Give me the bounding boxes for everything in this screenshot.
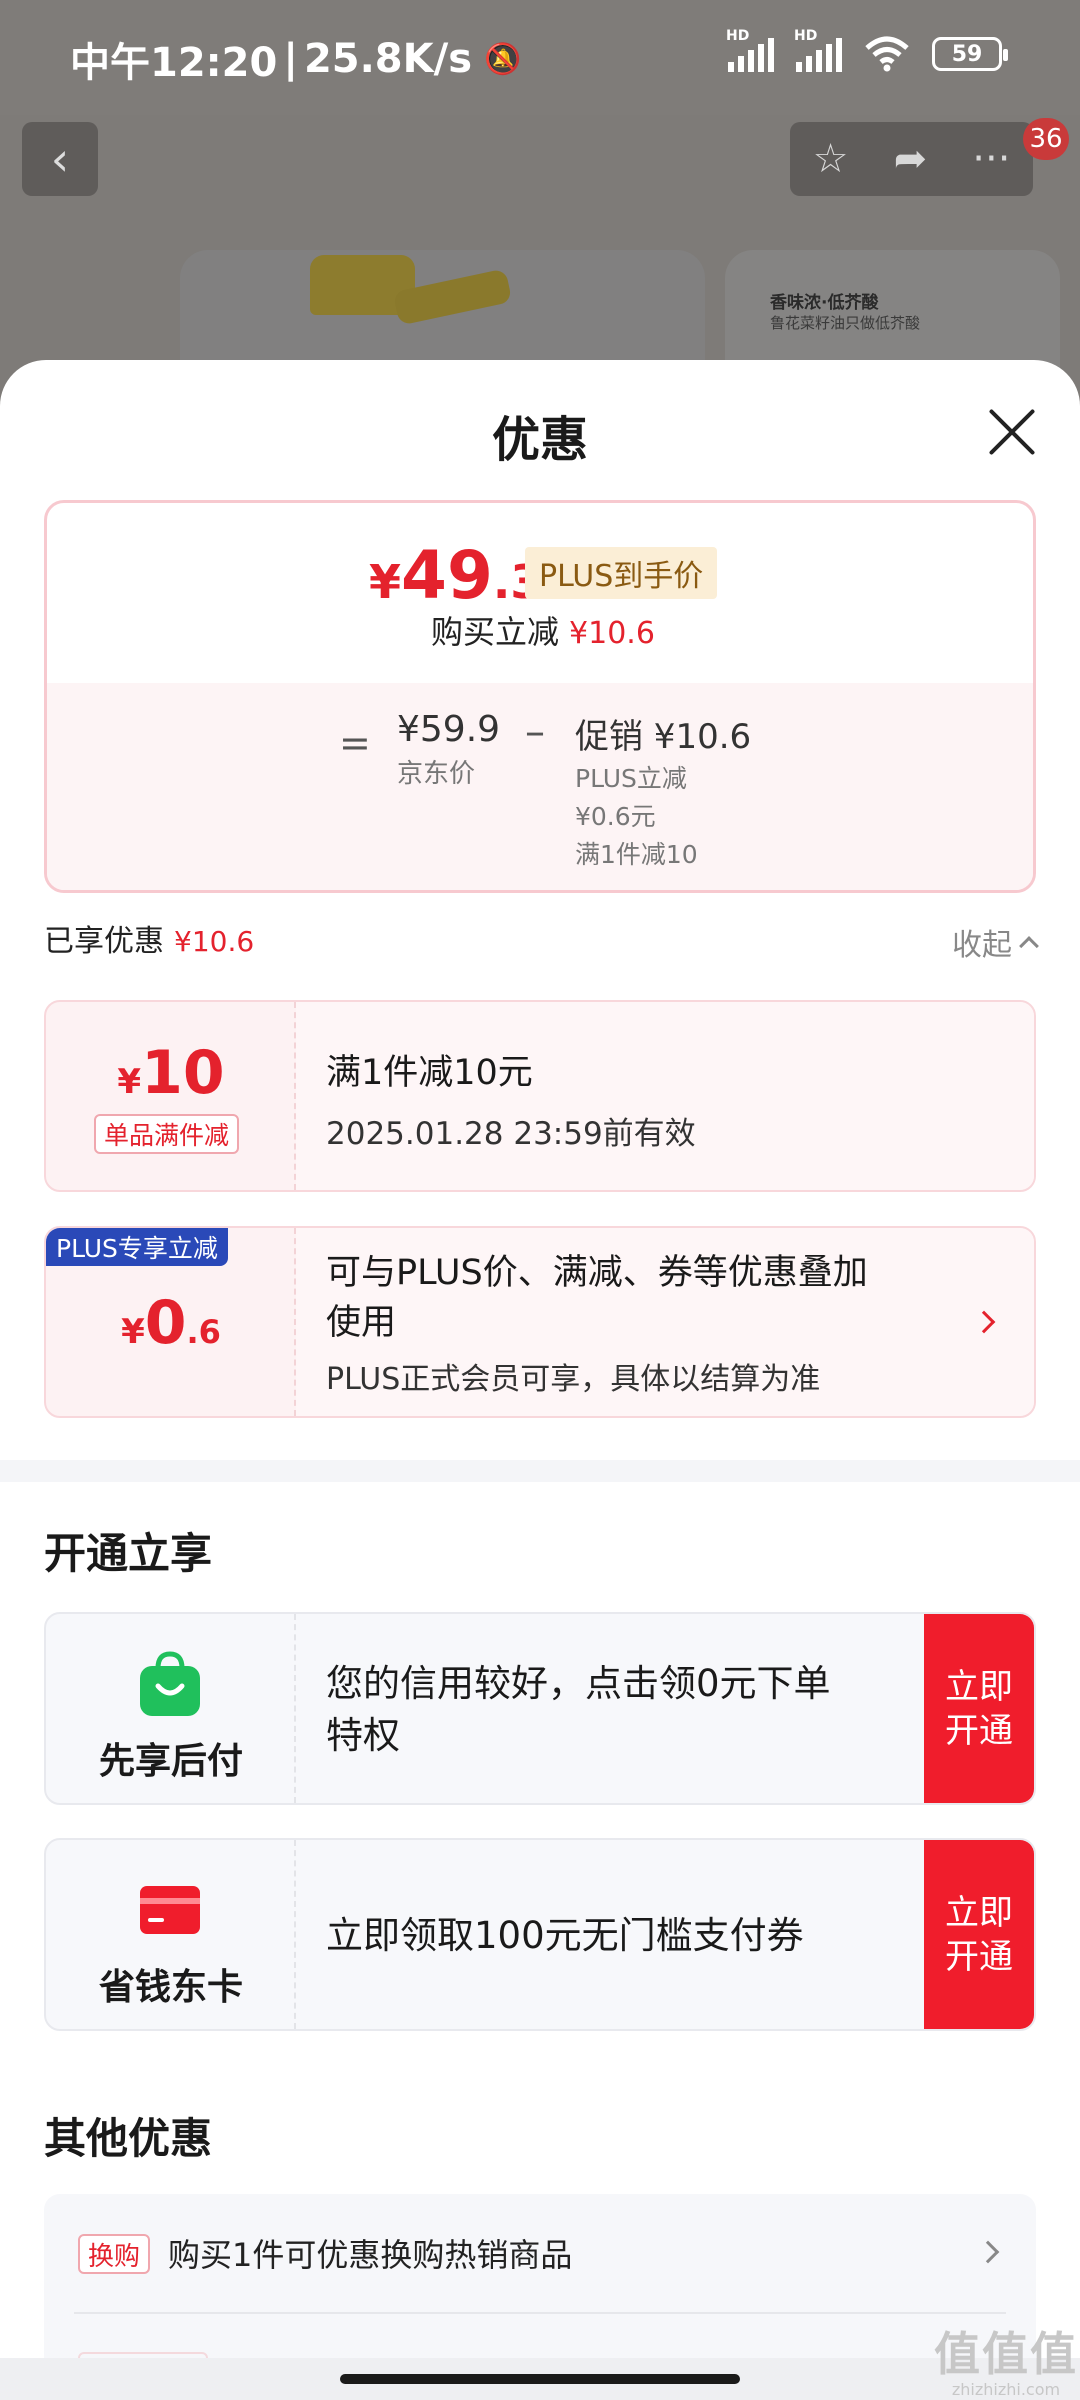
- coupon-subtitle: PLUS正式会员可享，具体以结算为准: [326, 1362, 821, 1397]
- other-offers-title: 其他优惠: [44, 2114, 213, 2163]
- other-offer-item[interactable]: 换购 购买1件可优惠换购热销商品: [44, 2194, 1036, 2312]
- equals-sign: =: [339, 721, 371, 765]
- buy-reduce-line: 购买立减 ¥10.6: [431, 613, 655, 651]
- offer-pay-later: 先享后付 您的信用较好，点击领0元下单 特权 立即 开通: [44, 1612, 1036, 1805]
- price-summary-card: ¥ 49 .3 PLUS到手价 购买立减 ¥10.6 = ¥59.9 京东价 – …: [44, 500, 1036, 893]
- sheet-title: 优惠: [491, 412, 588, 468]
- other-offer-text: 购买1件可优惠换购热销商品: [168, 2236, 573, 2274]
- jd-price-label: 京东价: [397, 759, 476, 789]
- favorite-star-icon[interactable]: ☆: [813, 136, 849, 182]
- coupon-full-reduction: ¥10 单品满件减 满1件减10元 2025.01.28 23:59前有效: [44, 1000, 1036, 1192]
- status-time: 中午12:20: [70, 40, 278, 86]
- plus-exclusive-ribbon: PLUS专享立减: [46, 1228, 228, 1266]
- collapse-button[interactable]: 收起: [952, 920, 1039, 964]
- offer-name: 省钱东卡: [98, 1967, 243, 2008]
- plus-price-tag: PLUS到手价: [525, 547, 718, 599]
- final-price: ¥ 49 .3: [369, 537, 543, 614]
- open-benefits-title: 开通立享: [44, 1529, 213, 1578]
- cellular-signal-2-icon: HD: [794, 28, 842, 72]
- price-breakdown: = ¥59.9 京东价 – 促销 ¥10.6 PLUS立减 ¥0.6元 满1件减…: [47, 683, 1033, 890]
- promo-amount: 促销 ¥10.6: [575, 717, 752, 757]
- minus-sign: –: [525, 709, 545, 755]
- battery-indicator: 59: [932, 37, 1008, 71]
- promo-detail-line: ¥0.6元: [575, 802, 656, 831]
- activate-button[interactable]: 立即 开通: [924, 1840, 1034, 2029]
- activate-button[interactable]: 立即 开通: [924, 1614, 1034, 1803]
- coupon-title: 满1件减10元: [326, 1053, 533, 1093]
- status-separator: |: [283, 36, 298, 82]
- header-actions: ☆ ➦ ···: [790, 122, 1033, 196]
- product-thumb-title: 香味浓·低芥酸: [770, 293, 879, 313]
- back-button[interactable]: ‹: [22, 122, 98, 196]
- discount-sheet: 优惠 ¥ 49 .3 PLUS到手价 购买立减 ¥10.6 = ¥59.9 京东价…: [0, 360, 1080, 2400]
- offer-text-line1: 您的信用较好，点击领0元下单: [326, 1662, 831, 1705]
- coupon-title-line2: 使用: [326, 1303, 397, 1343]
- enjoyed-discount: 已享优惠 ¥10.6: [44, 924, 255, 959]
- offer-money-saving-card: 省钱东卡 立即领取100元无门槛支付券 立即 开通: [44, 1838, 1036, 2031]
- cart-count-badge: 36: [1023, 118, 1069, 160]
- chevron-right-icon: [972, 1310, 996, 1334]
- coupon-plus-reduction[interactable]: ¥0.6 PLUS专享立减 可与PLUS价、满减、券等优惠叠加 使用 PLUS正…: [44, 1226, 1036, 1418]
- mute-bell-icon: 🔕: [484, 41, 522, 77]
- watermark: 值值值 zhizhizhi.com: [934, 2327, 1078, 2399]
- shopping-bag-icon: [140, 1651, 200, 1716]
- coupon-validity: 2025.01.28 23:59前有效: [326, 1116, 696, 1152]
- section-divider: [0, 1460, 1080, 1482]
- coupon-type-tag: 单品满件减: [94, 1114, 240, 1154]
- offer-text-line1: 立即领取100元无门槛支付券: [326, 1914, 804, 1957]
- promo-detail-line: 满1件减10: [575, 840, 698, 869]
- more-icon[interactable]: ···: [972, 136, 1010, 182]
- share-icon[interactable]: ➦: [894, 136, 928, 182]
- chevron-right-icon: [976, 2240, 1000, 2264]
- product-thumb-subtitle: 鲁花菜籽油只做低芥酸: [770, 314, 921, 332]
- jd-price: ¥59.9: [397, 709, 501, 750]
- offer-text-line2: 特权: [326, 1714, 400, 1757]
- home-indicator[interactable]: [340, 2374, 740, 2384]
- close-icon[interactable]: [985, 405, 1039, 459]
- chevron-up-icon: [1019, 936, 1039, 956]
- promo-detail-line: PLUS立减: [575, 764, 687, 793]
- coupon-amount: ¥0.6: [121, 1288, 221, 1358]
- coupon-amount: ¥10: [117, 1038, 225, 1108]
- coupon-title-line1: 可与PLUS价、满减、券等优惠叠加: [326, 1253, 868, 1293]
- offer-name: 先享后付: [98, 1741, 243, 1782]
- credit-card-icon: [140, 1886, 200, 1934]
- network-speed: 25.8K/s: [303, 36, 473, 82]
- exchange-tag: 换购: [78, 2234, 151, 2274]
- status-bar: 中午12:20 | 25.8K/s 🔕 HD HD 59: [0, 0, 1080, 115]
- wifi-icon: [865, 36, 909, 72]
- cellular-signal-icon: HD: [726, 28, 774, 72]
